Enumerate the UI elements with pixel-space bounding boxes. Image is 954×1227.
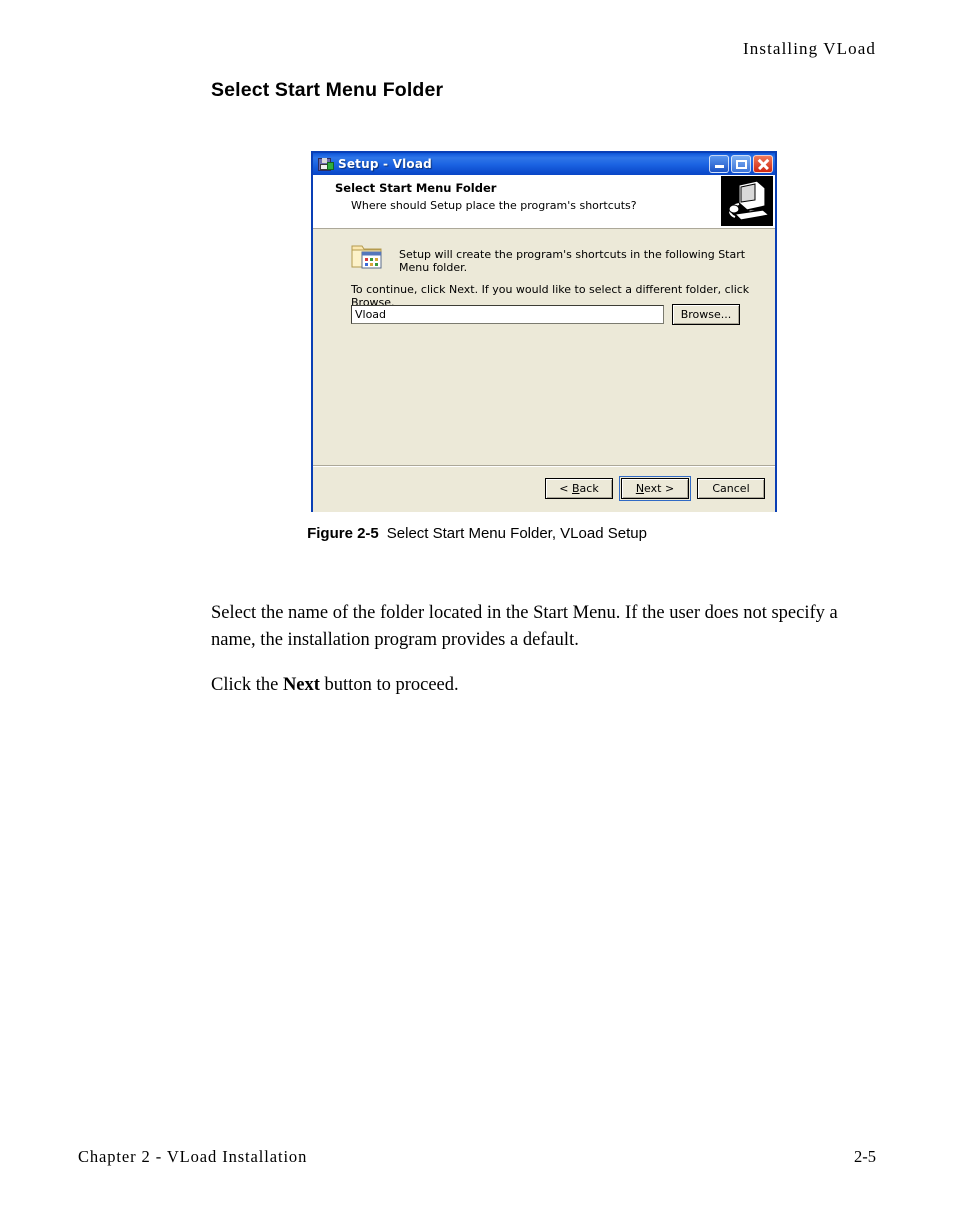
back-label-pre: < [559,482,572,495]
dialog-nav-buttons: < Back Next > Cancel [545,476,765,501]
dialog-header-subheading: Where should Setup place the program's s… [351,199,637,212]
page-footer: Chapter 2 - VLoad Installation 2-5 [78,1147,876,1167]
close-icon[interactable] [753,155,773,173]
dialog-header-heading: Select Start Menu Folder [335,181,497,195]
figure-caption-text: Select Start Menu Folder, VLoad Setup [386,525,647,542]
window-controls [709,155,773,173]
dialog-footer: < Back Next > Cancel [313,465,775,512]
dialog-body-line-1: Setup will create the program's shortcut… [399,248,746,274]
prose-paragraph-2: Click the Next button to proceed. [211,672,851,699]
prose-paragraph-1: Select the name of the folder located in… [211,603,838,650]
figure-caption: Figure 2-5 Select Start Menu Folder, VLoa… [0,525,954,542]
running-head: Installing VLoad [743,39,876,58]
setup-dialog: Setup - Vload Select Start Menu Folder W… [311,151,777,512]
dialog-header: Select Start Menu Folder Where should Se… [313,175,775,229]
back-label-post: ack [579,482,599,495]
body-prose: Select the name of the folder located in… [211,600,851,717]
dialog-body: Setup will create the program's shortcut… [313,229,775,465]
next-button[interactable]: Next > [619,476,691,501]
dialog-title: Setup - Vload [338,157,432,171]
cancel-button[interactable]: Cancel [697,478,765,499]
next-label-key: N [635,482,645,495]
maximize-icon[interactable] [731,155,751,173]
footer-page-number: 2-5 [854,1147,876,1166]
back-label-key: B [572,482,580,495]
start-menu-folder-icon [351,241,383,271]
setup-disk-icon [317,156,334,172]
prose-p2-pre: Click the [211,675,283,695]
browse-button[interactable]: Browse... [672,304,740,325]
page-title: Select Start Menu Folder [211,79,444,101]
footer-chapter: Chapter 2 - VLoad Installation [78,1147,308,1166]
minimize-icon[interactable] [709,155,729,173]
back-button[interactable]: < Back [545,478,613,499]
start-menu-folder-input[interactable] [351,305,664,324]
dialog-titlebar[interactable]: Setup - Vload [313,153,775,175]
prose-p2-bold: Next [282,675,320,695]
prose-p2-post: button to proceed. [319,675,459,695]
computer-monitor-icon [721,176,773,226]
figure-number: Figure 2-5 [307,525,379,542]
next-label-post: ext > [644,482,675,495]
